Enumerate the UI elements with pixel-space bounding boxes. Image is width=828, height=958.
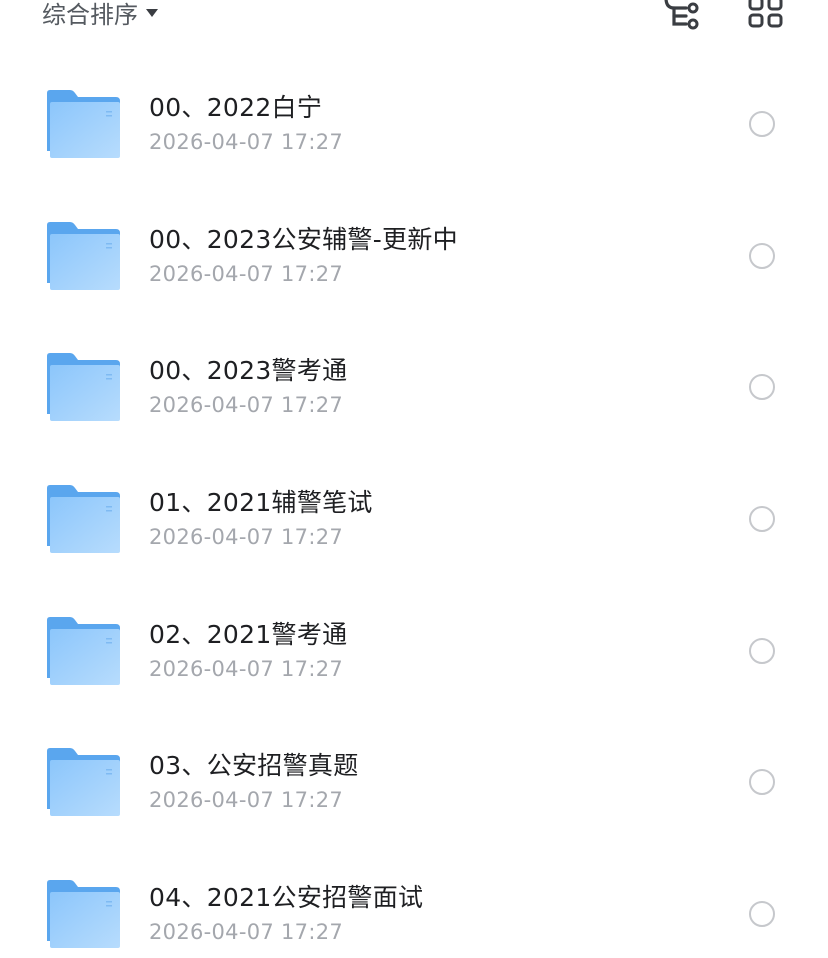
folder-icon [47, 616, 120, 685]
file-name: 01、2021辅警笔试 [149, 488, 373, 518]
folder-icon [47, 880, 120, 949]
folder-icon [47, 485, 120, 554]
file-row[interactable]: 00、2023警考通 2026-04-07 17:27 [0, 321, 828, 453]
file-date: 2026-04-07 17:27 [149, 130, 344, 154]
select-radio[interactable] [749, 374, 775, 401]
toolbar: 综合排序 [0, 0, 828, 40]
folder-icon [47, 353, 120, 422]
grid-view-icon [748, 0, 783, 28]
tree-view-icon [664, 0, 699, 30]
file-row[interactable]: 02、2021警考通 2026-04-07 17:27 [0, 585, 828, 717]
file-date: 2026-04-07 17:27 [149, 656, 344, 681]
sort-label: 综合排序 [42, 0, 138, 29]
file-name: 00、2023公安辅警-更新中 [149, 224, 458, 254]
select-radio[interactable] [749, 637, 775, 664]
file-date: 2026-04-07 17:27 [149, 393, 344, 418]
select-radio[interactable] [749, 769, 775, 796]
file-date: 2026-04-07 17:27 [149, 788, 344, 813]
file-name: 03、公安招警真题 [149, 751, 359, 781]
grid-view-button[interactable] [746, 0, 786, 30]
file-row[interactable]: 01、2021辅警笔试 2026-04-07 17:27 [0, 453, 828, 585]
sort-button[interactable]: 综合排序 [42, 0, 158, 30]
file-row[interactable]: 04、2021公安招警面试 2026-04-07 17:27 [0, 848, 828, 958]
select-radio[interactable] [749, 111, 775, 137]
file-date: 2026-04-07 17:27 [149, 261, 344, 286]
file-name: 02、2021警考通 [149, 619, 348, 649]
folder-icon [47, 90, 120, 158]
file-browser-page: 综合排序 00、2022白宁 2026-04-07 17:27 00、2023公… [0, 0, 828, 958]
select-radio[interactable] [749, 242, 775, 269]
file-name: 00、2022白宁 [149, 93, 323, 122]
tree-view-button[interactable] [660, 0, 706, 30]
file-name: 04、2021公安招警面试 [149, 883, 424, 913]
file-row[interactable]: 00、2022白宁 2026-04-07 17:27 [0, 58, 828, 190]
folder-icon [47, 221, 120, 290]
file-name: 00、2023警考通 [149, 356, 348, 386]
file-row[interactable]: 03、公安招警真题 2026-04-07 17:27 [0, 716, 828, 848]
select-radio[interactable] [749, 901, 775, 928]
file-date: 2026-04-07 17:27 [149, 920, 344, 945]
file-date: 2026-04-07 17:27 [149, 525, 344, 550]
folder-icon [47, 748, 120, 817]
caret-down-icon [146, 9, 158, 17]
file-row[interactable]: 00、2023公安辅警-更新中 2026-04-07 17:27 [0, 190, 828, 322]
file-list: 00、2022白宁 2026-04-07 17:27 00、2023公安辅警-更… [0, 58, 828, 958]
select-radio[interactable] [749, 506, 775, 533]
